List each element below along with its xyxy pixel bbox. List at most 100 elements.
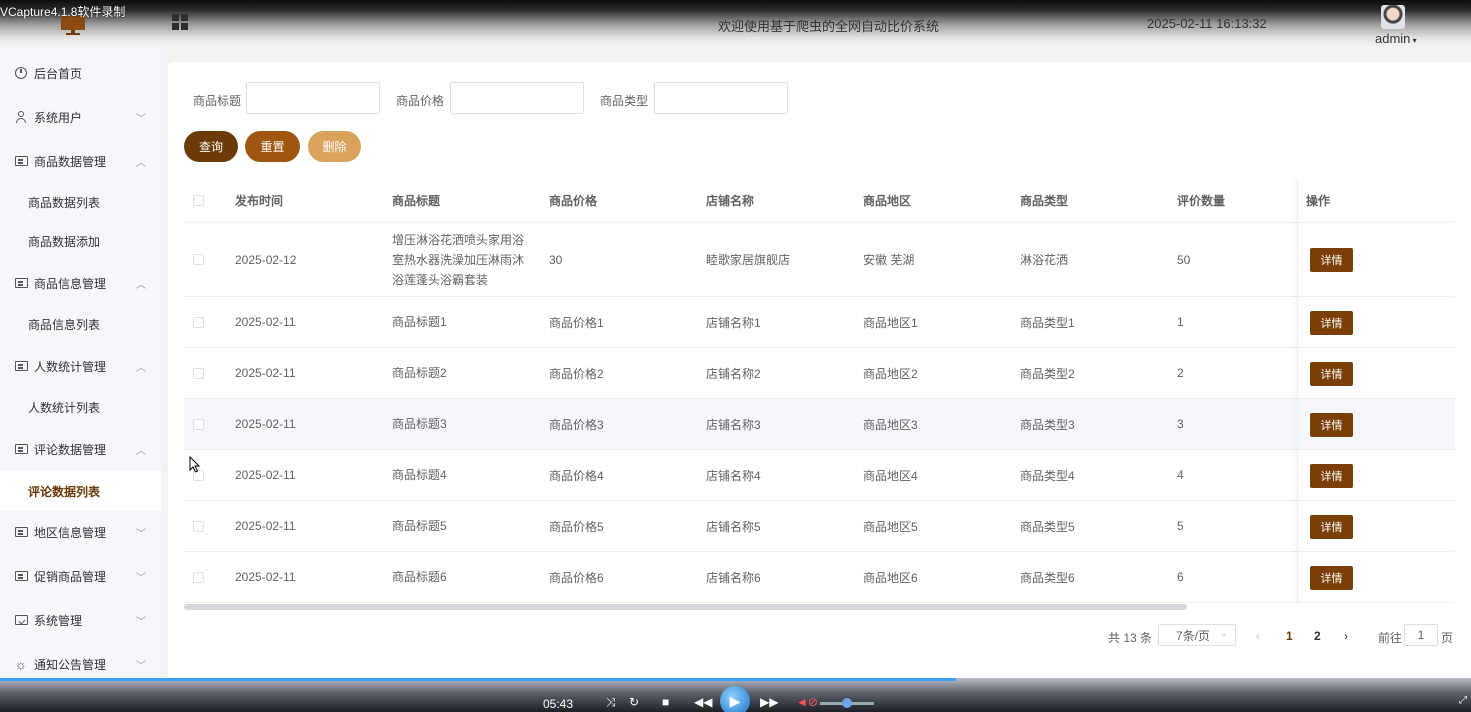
sidebar-item-label: 后台首页 (34, 66, 83, 81)
sidebar-item-3[interactable]: 商品数据列表 (0, 182, 161, 222)
user-dropdown[interactable]: admin ▾ (1375, 31, 1417, 46)
chevron-up-icon: ︿ (136, 362, 146, 374)
detail-button[interactable]: 详情 (1310, 248, 1353, 272)
table-cell: 2 (1177, 366, 1184, 380)
sidebar-item-4[interactable]: 商品数据添加 (0, 221, 161, 261)
star-icon: ☼ (15, 656, 27, 672)
sidebar-item-5[interactable]: 商品信息管理 ︿ (0, 263, 161, 303)
row-checkbox[interactable] (193, 571, 204, 583)
detail-button[interactable]: 详情 (1310, 565, 1353, 590)
user-avatar[interactable] (1381, 5, 1405, 29)
chevron-down-icon: ﹀ (136, 660, 146, 672)
card-icon (14, 569, 28, 583)
table-row[interactable]: 2025-02-11 商品标题1 商品价格1 店铺名称1 商品地区1 商品类型1 1 详情 (184, 297, 1455, 348)
chevron-up-icon: ︿ (136, 279, 146, 291)
grid-menu-icon[interactable] (172, 14, 188, 30)
filter-title-label: 商品标题 (193, 94, 242, 108)
goto-page-input[interactable]: 1 (1404, 624, 1438, 646)
table-row[interactable]: 2025-02-11 商品标题2 商品价格2 店铺名称2 商品地区2 商品类型2 2 详情 (184, 348, 1455, 399)
sidebar-item-0[interactable]: 后台首页 (0, 53, 161, 93)
detail-button[interactable]: 详情 (1310, 412, 1353, 437)
row-checkbox[interactable] (193, 316, 204, 328)
table-cell: 50 (1177, 252, 1191, 267)
rewind-icon[interactable]: ◀◀ (694, 695, 712, 709)
search-button[interactable]: 查询 (184, 131, 238, 162)
table-cell: 商品地区1 (863, 315, 918, 330)
table-cell: 店铺名称5 (706, 519, 761, 534)
filter-type-input[interactable] (654, 82, 788, 114)
sidebar-item-10[interactable]: 评论数据列表 (0, 471, 161, 511)
reset-button[interactable]: 重置 (245, 131, 300, 162)
table-cell: 30 (549, 252, 563, 267)
table-row[interactable]: 2025-02-11 商品标题5 商品价格5 店铺名称5 商品地区5 商品类型5 5 详情 (184, 501, 1455, 552)
caret-down-icon: ▾ (1410, 36, 1417, 45)
page-1[interactable]: 1 (1286, 629, 1293, 643)
sidebar-item-label: 系统管理 (34, 613, 83, 628)
filter-title-input[interactable] (246, 82, 380, 114)
mute-icon[interactable]: ◄⊘ (796, 695, 818, 709)
volume-knob[interactable] (842, 698, 852, 708)
table-cell: 店铺名称6 (706, 570, 761, 585)
sidebar-item-11[interactable]: 地区信息管理 ﹀ (0, 512, 161, 552)
scrollbar-thumb[interactable] (184, 604, 1187, 610)
filter-type-label: 商品类型 (600, 94, 649, 108)
table-cell: 商品价格4 (549, 468, 604, 483)
sidebar-item-7[interactable]: 人数统计管理 ︿ (0, 346, 161, 386)
column-header: 商品价格 (549, 194, 598, 208)
sidebar-item-label: 人数统计列表 (28, 400, 101, 415)
prev-page-icon[interactable]: ‹ (1256, 629, 1260, 643)
sidebar-item-1[interactable]: 系统用户 ﹀ (0, 97, 161, 137)
next-page-icon[interactable]: › (1344, 629, 1348, 643)
sidebar-item-label: 促销商品管理 (34, 569, 107, 584)
card-icon (14, 442, 28, 456)
goto-label: 前往 (1378, 631, 1403, 645)
card-icon (14, 276, 28, 290)
sidebar-item-label: 人数统计管理 (34, 359, 107, 374)
table-row[interactable]: 2025-02-12 增压淋浴花洒喷头家用浴室热水器洗澡加压淋雨沐浴莲蓬头浴霸套装… (184, 223, 1455, 297)
play-icon[interactable]: ▶ (720, 686, 750, 712)
card-icon (14, 154, 28, 168)
page-size-select[interactable]: 7条/页 ⌄ (1158, 624, 1236, 646)
table-cell: 4 (1177, 468, 1184, 482)
detail-button[interactable]: 详情 (1310, 514, 1353, 539)
detail-button[interactable]: 详情 (1310, 463, 1353, 488)
repeat-icon[interactable]: ↻ (629, 695, 639, 709)
player-progress[interactable] (0, 678, 957, 681)
select-all-checkbox[interactable] (193, 195, 204, 206)
sidebar-item-label: 商品信息列表 (28, 317, 101, 332)
shuffle-icon[interactable]: ⤨ (606, 695, 616, 710)
table-row[interactable]: 2025-02-11 商品标题6 商品价格6 店铺名称6 商品地区6 商品类型6 6 详情 (184, 552, 1455, 603)
detail-button[interactable]: 详情 (1310, 310, 1353, 335)
horizontal-scrollbar[interactable] (184, 604, 1455, 610)
table-row[interactable]: 2025-02-11 商品标题3 商品价格3 店铺名称3 商品地区3 商品类型3 3 详情 (184, 399, 1455, 450)
row-checkbox[interactable] (193, 254, 204, 265)
delete-button[interactable]: 删除 (308, 131, 361, 162)
row-checkbox[interactable] (193, 418, 204, 430)
table-cell: 商品价格3 (549, 417, 604, 432)
table-cell: 商品类型3 (1020, 417, 1075, 432)
table-cell: 商品类型4 (1020, 468, 1075, 483)
row-checkbox[interactable] (193, 367, 204, 379)
column-header: 商品类型 (1020, 194, 1069, 208)
card-icon (14, 359, 28, 373)
table-cell: 店铺名称3 (706, 417, 761, 432)
sidebar-item-6[interactable]: 商品信息列表 (0, 304, 161, 344)
table-cell: 2025-02-11 (235, 366, 296, 380)
fullscreen-icon[interactable]: ⤢ (1459, 695, 1467, 706)
sidebar-item-12[interactable]: 促销商品管理 ﹀ (0, 556, 161, 596)
filter-price-input[interactable] (450, 82, 584, 114)
detail-button[interactable]: 详情 (1310, 361, 1353, 386)
fast-forward-icon[interactable]: ▶▶ (760, 695, 778, 709)
row-checkbox[interactable] (193, 520, 204, 532)
sidebar-item-8[interactable]: 人数统计列表 (0, 387, 161, 427)
table-cell: 商品类型2 (1020, 366, 1075, 381)
page-2[interactable]: 2 (1314, 629, 1321, 643)
stop-icon[interactable]: ■ (662, 695, 669, 709)
sidebar-item-9[interactable]: 评论数据管理 ︿ (0, 429, 161, 469)
sidebar-item-label: 评论数据管理 (34, 442, 107, 457)
table-cell: 商品标题4 (392, 468, 447, 482)
sidebar-item-13[interactable]: 系统管理 ﹀ (0, 600, 161, 640)
sidebar-item-2[interactable]: 商品数据管理 ︿ (0, 141, 161, 181)
table-row[interactable]: 2025-02-11 商品标题4 商品价格4 店铺名称4 商品地区4 商品类型4 4 详情 (184, 450, 1455, 501)
pagination: 共 13 条 7条/页 ⌄ ‹ 1 2 › 前往 1 页 (168, 624, 1471, 648)
